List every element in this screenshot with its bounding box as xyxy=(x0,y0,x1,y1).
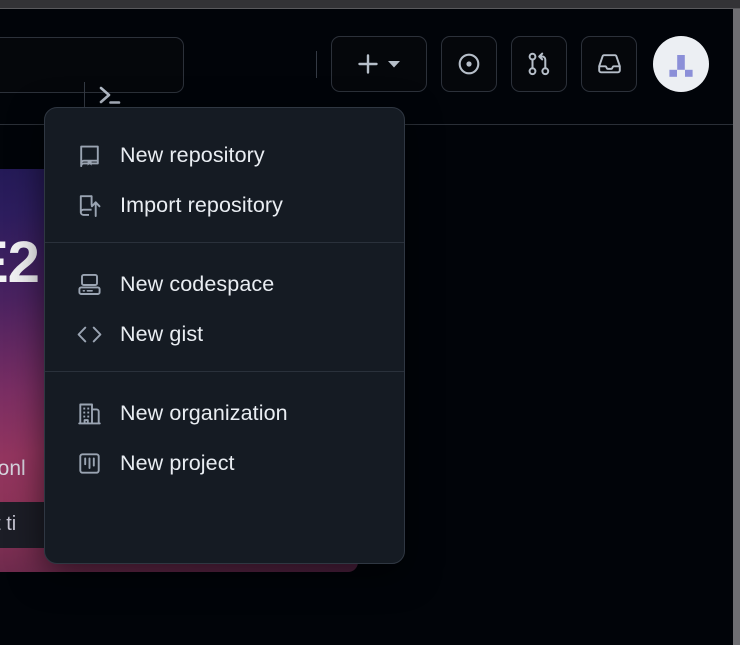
organization-icon xyxy=(75,399,103,427)
menu-group-organizations: New organization New project xyxy=(45,372,404,508)
pull-requests-button[interactable] xyxy=(511,36,567,92)
menu-item-label: New project xyxy=(120,450,235,475)
header-separator xyxy=(316,50,317,78)
terminal-prompt-icon xyxy=(95,82,125,108)
browser-chrome-strip xyxy=(0,0,740,9)
create-new-dropdown-menu: New repository Import repository New cod… xyxy=(44,107,405,564)
project-icon xyxy=(75,449,103,477)
create-new-button[interactable] xyxy=(331,36,427,92)
inbox-icon xyxy=(596,51,623,78)
hero-title: E2 xyxy=(0,230,40,295)
menu-item-new-project[interactable]: New project xyxy=(45,438,404,488)
command-palette-divider xyxy=(84,82,85,108)
menu-item-label: New repository xyxy=(120,142,265,167)
notifications-button[interactable] xyxy=(581,36,637,92)
page-scrollbar[interactable] xyxy=(733,9,740,645)
menu-group-codespaces: New codespace New gist xyxy=(45,243,404,371)
menu-item-new-codespace[interactable]: New codespace xyxy=(45,259,404,309)
page-viewport: E2 , onl et ti xyxy=(0,9,733,645)
menu-item-label: Import repository xyxy=(120,192,284,217)
issues-button[interactable] xyxy=(441,36,497,92)
user-avatar-icon xyxy=(661,44,701,84)
menu-item-label: New organization xyxy=(120,400,288,425)
avatar[interactable] xyxy=(653,36,709,92)
chevron-down-icon xyxy=(387,59,401,69)
git-pull-request-icon xyxy=(526,51,552,77)
issue-opened-icon xyxy=(456,51,482,77)
hero-cta-label: et ti xyxy=(0,513,17,535)
codespaces-icon xyxy=(75,270,103,298)
menu-group-repositories: New repository Import repository xyxy=(45,108,404,242)
menu-item-new-organization[interactable]: New organization xyxy=(45,388,404,438)
menu-item-new-gist[interactable]: New gist xyxy=(45,309,404,359)
menu-item-label: New gist xyxy=(120,321,204,346)
repo-push-icon xyxy=(75,191,103,219)
menu-item-new-repository[interactable]: New repository xyxy=(45,130,404,180)
plus-icon xyxy=(357,53,379,75)
command-palette-button[interactable] xyxy=(0,37,184,108)
code-icon xyxy=(75,320,103,348)
header-actions xyxy=(306,36,709,92)
hero-subtitle: , onl xyxy=(0,457,26,480)
repo-icon xyxy=(75,141,103,169)
menu-item-import-repository[interactable]: Import repository xyxy=(45,180,404,230)
menu-item-label: New codespace xyxy=(120,271,275,296)
